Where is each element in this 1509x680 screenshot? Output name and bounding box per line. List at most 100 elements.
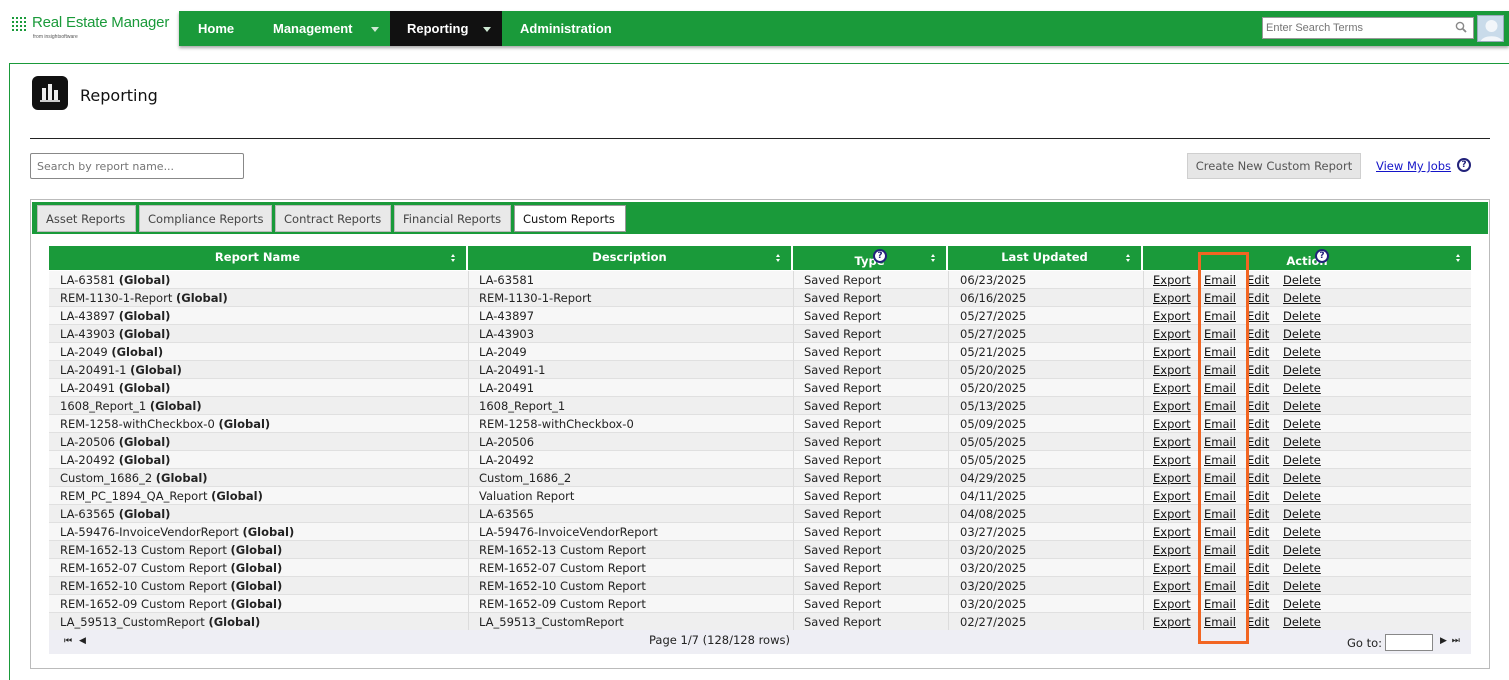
- edit-link[interactable]: Edit: [1247, 469, 1269, 487]
- delete-link[interactable]: Delete: [1283, 343, 1321, 361]
- email-link[interactable]: Email: [1204, 505, 1236, 523]
- export-link[interactable]: Export: [1153, 541, 1191, 559]
- edit-link[interactable]: Edit: [1247, 271, 1269, 289]
- email-link[interactable]: Email: [1204, 541, 1236, 559]
- export-link[interactable]: Export: [1153, 451, 1191, 469]
- nav-management[interactable]: Management: [257, 11, 390, 46]
- delete-link[interactable]: Delete: [1283, 307, 1321, 325]
- sort-icon[interactable]: [1126, 254, 1131, 263]
- export-link[interactable]: Export: [1153, 325, 1191, 343]
- email-link[interactable]: Email: [1204, 379, 1236, 397]
- email-link[interactable]: Email: [1204, 325, 1236, 343]
- view-my-jobs-link[interactable]: View My Jobs ?: [1376, 158, 1471, 173]
- email-link[interactable]: Email: [1204, 271, 1236, 289]
- tab-asset-reports[interactable]: Asset Reports: [37, 205, 136, 232]
- edit-link[interactable]: Edit: [1247, 487, 1269, 505]
- export-link[interactable]: Export: [1153, 613, 1191, 631]
- nav-home[interactable]: Home: [179, 11, 257, 46]
- delete-link[interactable]: Delete: [1283, 289, 1321, 307]
- export-link[interactable]: Export: [1153, 397, 1191, 415]
- global-search[interactable]: [1262, 17, 1474, 39]
- export-link[interactable]: Export: [1153, 361, 1191, 379]
- delete-link[interactable]: Delete: [1283, 613, 1321, 631]
- col-header-description[interactable]: Description: [468, 246, 793, 270]
- export-link[interactable]: Export: [1153, 577, 1191, 595]
- help-icon[interactable]: ?: [1457, 158, 1471, 172]
- export-link[interactable]: Export: [1153, 271, 1191, 289]
- prev-page-icon[interactable]: ◀: [79, 636, 86, 646]
- edit-link[interactable]: Edit: [1247, 595, 1269, 613]
- email-link[interactable]: Email: [1204, 613, 1236, 631]
- sort-icon[interactable]: [776, 254, 781, 263]
- email-link[interactable]: Email: [1204, 451, 1236, 469]
- delete-link[interactable]: Delete: [1283, 595, 1321, 613]
- edit-link[interactable]: Edit: [1247, 541, 1269, 559]
- delete-link[interactable]: Delete: [1283, 271, 1321, 289]
- export-link[interactable]: Export: [1153, 379, 1191, 397]
- edit-link[interactable]: Edit: [1247, 577, 1269, 595]
- tab-financial-reports[interactable]: Financial Reports: [394, 205, 511, 232]
- delete-link[interactable]: Delete: [1283, 487, 1321, 505]
- edit-link[interactable]: Edit: [1247, 289, 1269, 307]
- delete-link[interactable]: Delete: [1283, 379, 1321, 397]
- email-link[interactable]: Email: [1204, 487, 1236, 505]
- export-link[interactable]: Export: [1153, 505, 1191, 523]
- edit-link[interactable]: Edit: [1247, 559, 1269, 577]
- report-search[interactable]: [30, 153, 244, 179]
- col-header-report-name[interactable]: Report Name: [49, 246, 468, 270]
- tab-contract-reports[interactable]: Contract Reports: [275, 205, 391, 232]
- delete-link[interactable]: Delete: [1283, 559, 1321, 577]
- delete-link[interactable]: Delete: [1283, 325, 1321, 343]
- email-link[interactable]: Email: [1204, 397, 1236, 415]
- email-link[interactable]: Email: [1204, 595, 1236, 613]
- email-link[interactable]: Email: [1204, 361, 1236, 379]
- delete-link[interactable]: Delete: [1283, 469, 1321, 487]
- delete-link[interactable]: Delete: [1283, 577, 1321, 595]
- edit-link[interactable]: Edit: [1247, 325, 1269, 343]
- export-link[interactable]: Export: [1153, 487, 1191, 505]
- tab-compliance-reports[interactable]: Compliance Reports: [139, 205, 272, 232]
- export-link[interactable]: Export: [1153, 289, 1191, 307]
- edit-link[interactable]: Edit: [1247, 433, 1269, 451]
- edit-link[interactable]: Edit: [1247, 505, 1269, 523]
- delete-link[interactable]: Delete: [1283, 451, 1321, 469]
- next-page-icon[interactable]: ▶: [1440, 636, 1447, 646]
- edit-link[interactable]: Edit: [1247, 307, 1269, 325]
- search-icon[interactable]: [1455, 21, 1467, 33]
- edit-link[interactable]: Edit: [1247, 397, 1269, 415]
- help-icon[interactable]: ?: [1315, 249, 1329, 263]
- edit-link[interactable]: Edit: [1247, 613, 1269, 631]
- nav-reporting[interactable]: Reporting: [390, 11, 502, 46]
- edit-link[interactable]: Edit: [1247, 451, 1269, 469]
- export-link[interactable]: Export: [1153, 343, 1191, 361]
- email-link[interactable]: Email: [1204, 523, 1236, 541]
- email-link[interactable]: Email: [1204, 307, 1236, 325]
- export-link[interactable]: Export: [1153, 307, 1191, 325]
- export-link[interactable]: Export: [1153, 433, 1191, 451]
- email-link[interactable]: Email: [1204, 343, 1236, 361]
- email-link[interactable]: Email: [1204, 577, 1236, 595]
- email-link[interactable]: Email: [1204, 289, 1236, 307]
- sort-icon[interactable]: [451, 254, 456, 263]
- email-link[interactable]: Email: [1204, 469, 1236, 487]
- global-search-input[interactable]: [1263, 18, 1448, 38]
- delete-link[interactable]: Delete: [1283, 361, 1321, 379]
- goto-page-input[interactable]: [1385, 634, 1433, 651]
- email-link[interactable]: Email: [1204, 433, 1236, 451]
- edit-link[interactable]: Edit: [1247, 415, 1269, 433]
- export-link[interactable]: Export: [1153, 559, 1191, 577]
- export-link[interactable]: Export: [1153, 415, 1191, 433]
- delete-link[interactable]: Delete: [1283, 397, 1321, 415]
- delete-link[interactable]: Delete: [1283, 523, 1321, 541]
- col-header-type[interactable]: Type ?: [793, 246, 948, 270]
- edit-link[interactable]: Edit: [1247, 361, 1269, 379]
- report-search-input[interactable]: [31, 154, 243, 178]
- sort-icon[interactable]: [1456, 254, 1461, 263]
- first-page-icon[interactable]: ⏮: [64, 636, 72, 646]
- export-link[interactable]: Export: [1153, 595, 1191, 613]
- email-link[interactable]: Email: [1204, 415, 1236, 433]
- delete-link[interactable]: Delete: [1283, 541, 1321, 559]
- export-link[interactable]: Export: [1153, 469, 1191, 487]
- tab-custom-reports[interactable]: Custom Reports: [514, 205, 626, 232]
- app-logo[interactable]: Real Estate Manager from insightsoftware: [12, 14, 172, 44]
